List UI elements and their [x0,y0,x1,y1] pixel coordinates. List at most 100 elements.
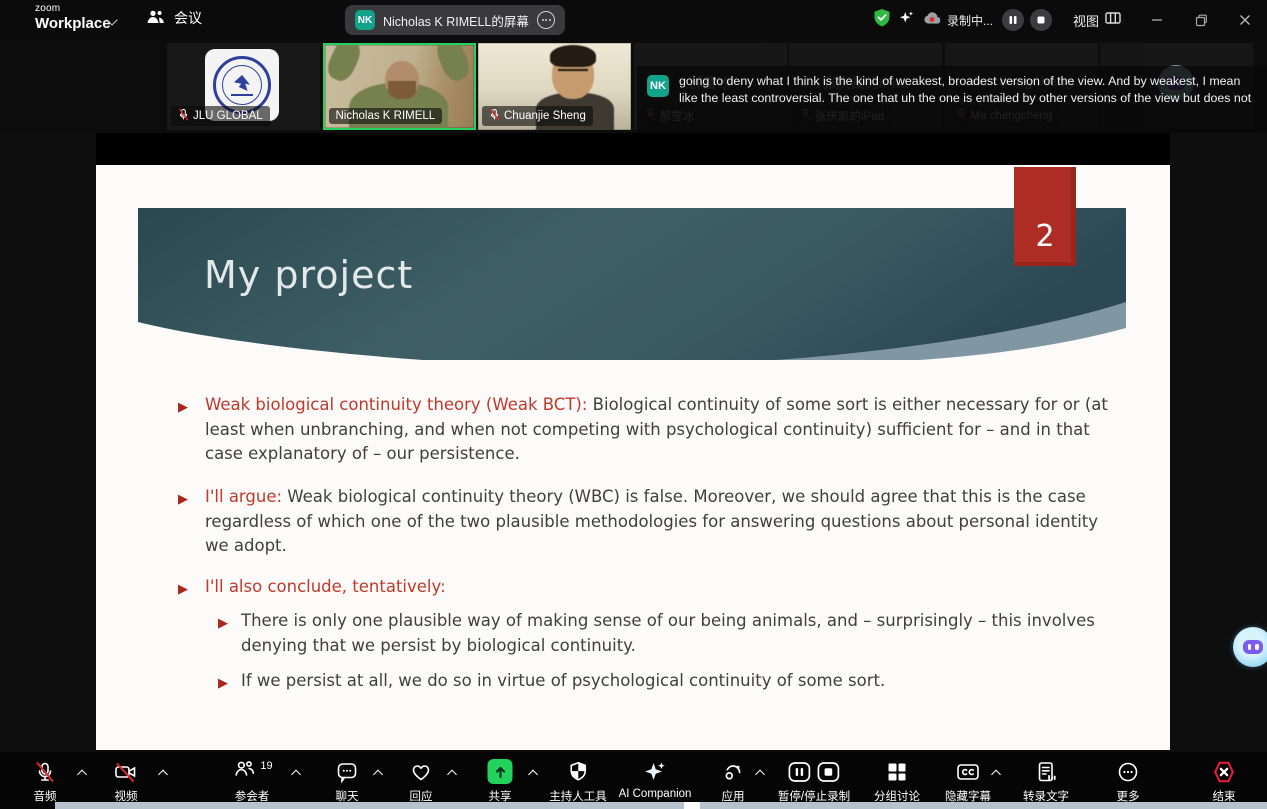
participant-name: JLU GLOBAL [193,110,263,122]
share-screen-button[interactable]: 共享 [488,758,513,804]
camera-muted-icon [113,758,139,785]
bullet-arrow-icon: ▶ [218,612,228,637]
sub-bullet-text: If we persist at all, we do so in virtue… [241,669,1098,694]
muted-mic-icon [489,108,500,124]
bullet-arrow-icon: ▶ [218,672,228,697]
bullet-arrow-icon: ▶ [178,488,188,513]
breakout-rooms-button[interactable]: 分组讨论 [874,758,920,804]
transcript-button[interactable]: 转录文字 [1023,758,1069,804]
caption-speaker-badge: NK [647,75,669,97]
audio-button[interactable]: 音频 [33,758,57,804]
shared-taskbar-edge [55,802,1267,809]
page-number: 2 [1035,222,1054,252]
bullet-lead: I'll argue: [205,487,282,506]
apps-options-caret[interactable] [756,768,765,777]
participant-name: Chuanjie Sheng [504,110,586,122]
chevron-down-icon[interactable] [108,16,118,26]
share-options-caret[interactable] [529,768,538,777]
more-icon [1116,758,1140,785]
video-button[interactable]: 视频 [113,758,139,804]
participants-group-icon [146,9,166,28]
slide-page-number-tab: 2 [1014,167,1076,266]
zoom-workplace-logo: zoom Workplace [35,4,111,31]
shared-screen-black-bar [96,133,1170,165]
apps-button[interactable]: 应用 [721,758,745,804]
stop-recording-button[interactable] [1030,9,1052,31]
video-tile-jlu-global[interactable]: JLU GLOBAL [167,43,320,130]
bullet-ill-argue: ▶ I'll argue: Weak biological continuity… [178,485,1108,559]
ai-companion-floating-button[interactable] [1233,627,1267,667]
ai-companion-button[interactable]: AI Companion [619,758,692,800]
pause-stop-record-button[interactable]: 暂停/停止录制 [778,758,850,804]
cloud-recording-icon [923,10,943,31]
ai-sparkle-icon [642,758,668,785]
hide-captions-button[interactable]: 隐藏字幕 [945,758,991,804]
ai-sparkle-icon[interactable] [897,9,915,32]
minimize-button[interactable] [1135,0,1179,40]
video-options-caret[interactable] [159,768,168,777]
end-meeting-button[interactable]: 结束 [1211,758,1237,804]
presentation-slide: My project 2 ▶ Weak biological continuit… [96,165,1170,750]
host-tools-shield-icon [566,758,590,785]
shared-screen-region: My project 2 ▶ Weak biological continuit… [96,133,1170,750]
more-options-icon[interactable] [537,11,555,29]
captions-options-caret[interactable] [992,768,1001,777]
zoom-meeting-window: zoom Workplace 会议 NK Nicholas K RIMELL的屏… [0,0,1267,809]
participants-icon [231,757,257,786]
sub-bullet-one-plausible-way: ▶ There is only one plausible way of mak… [218,609,1098,658]
bullet-text: Weak biological continuity theory (WBC) … [205,487,1098,555]
bullet-arrow-icon: ▶ [178,578,188,603]
tab-meeting[interactable]: 会议 [146,8,202,28]
live-caption-overlay: NK going to deny what I think is the kin… [637,66,1267,133]
bullet-lead: Weak biological continuity theory (Weak … [205,395,587,414]
sub-bullet-text: There is only one plausible way of makin… [241,609,1098,658]
brand-workplace: Workplace [35,16,111,31]
title-bar: zoom Workplace 会议 NK Nicholas K RIMELL的屏… [0,0,1267,40]
presenter-initials-badge: NK [355,10,375,30]
apps-icon [721,758,745,785]
audio-label: 音频 [34,788,57,804]
view-button-label[interactable]: 视图 [1073,11,1099,30]
participant-name: Nicholas K RIMELL [336,110,436,122]
participants-options-caret[interactable] [292,768,301,777]
security-shield-check-icon[interactable] [873,8,891,33]
bullet-arrow-icon: ▶ [178,396,188,421]
video-tile-chuanjie-sheng[interactable]: Chuanjie Sheng [478,43,631,130]
heart-icon [409,758,433,785]
host-tools-button[interactable]: 主持人工具 [549,758,607,804]
shared-screen-title: Nicholas K RIMELL的屏幕 [383,11,529,30]
ai-companion-label: AI Companion [619,788,692,800]
participants-button[interactable]: 19 参会者 [231,758,272,804]
audio-options-caret[interactable] [78,768,87,777]
meeting-control-toolbar: 音频 视频 19 参会者 聊天 [0,752,1267,809]
breakout-grid-icon [885,758,909,785]
close-window-button[interactable] [1223,0,1267,40]
bullet-conclude: ▶ I'll also conclude, tentatively: [178,575,1108,600]
reactions-options-caret[interactable] [448,768,457,777]
participant-count: 19 [260,760,272,772]
pause-recording-button[interactable] [1002,9,1024,31]
slide-title: My project [204,253,413,297]
shared-screen-pill[interactable]: NK Nicholas K RIMELL的屏幕 [345,5,565,35]
caption-text: going to deny what I think is the kind o… [679,73,1259,107]
robot-face-icon [1243,640,1263,654]
sub-bullet-psychological-continuity: ▶ If we persist at all, we do so in virt… [218,669,1098,694]
meeting-tab-label: 会议 [174,8,202,28]
restore-window-button[interactable] [1179,0,1223,40]
pause-stop-record-icon [787,758,841,785]
mic-muted-icon [33,758,57,785]
muted-mic-icon [178,108,189,124]
brand-zoom: zoom [35,4,111,14]
share-screen-icon [488,758,513,785]
more-button[interactable]: 更多 [1116,758,1140,804]
chat-icon [335,758,359,785]
bullet-weak-bct: ▶ Weak biological continuity theory (Wea… [178,393,1108,467]
chat-options-caret[interactable] [374,768,383,777]
cc-icon [955,758,981,785]
video-tile-nicholas-active-speaker[interactable]: Nicholas K RIMELL [323,43,476,130]
view-layout-icon[interactable] [1105,11,1121,30]
reactions-button[interactable]: 回应 [409,758,433,804]
transcript-icon [1034,758,1058,785]
recording-status-label: 录制中... [947,12,993,29]
chat-button[interactable]: 聊天 [335,758,359,804]
